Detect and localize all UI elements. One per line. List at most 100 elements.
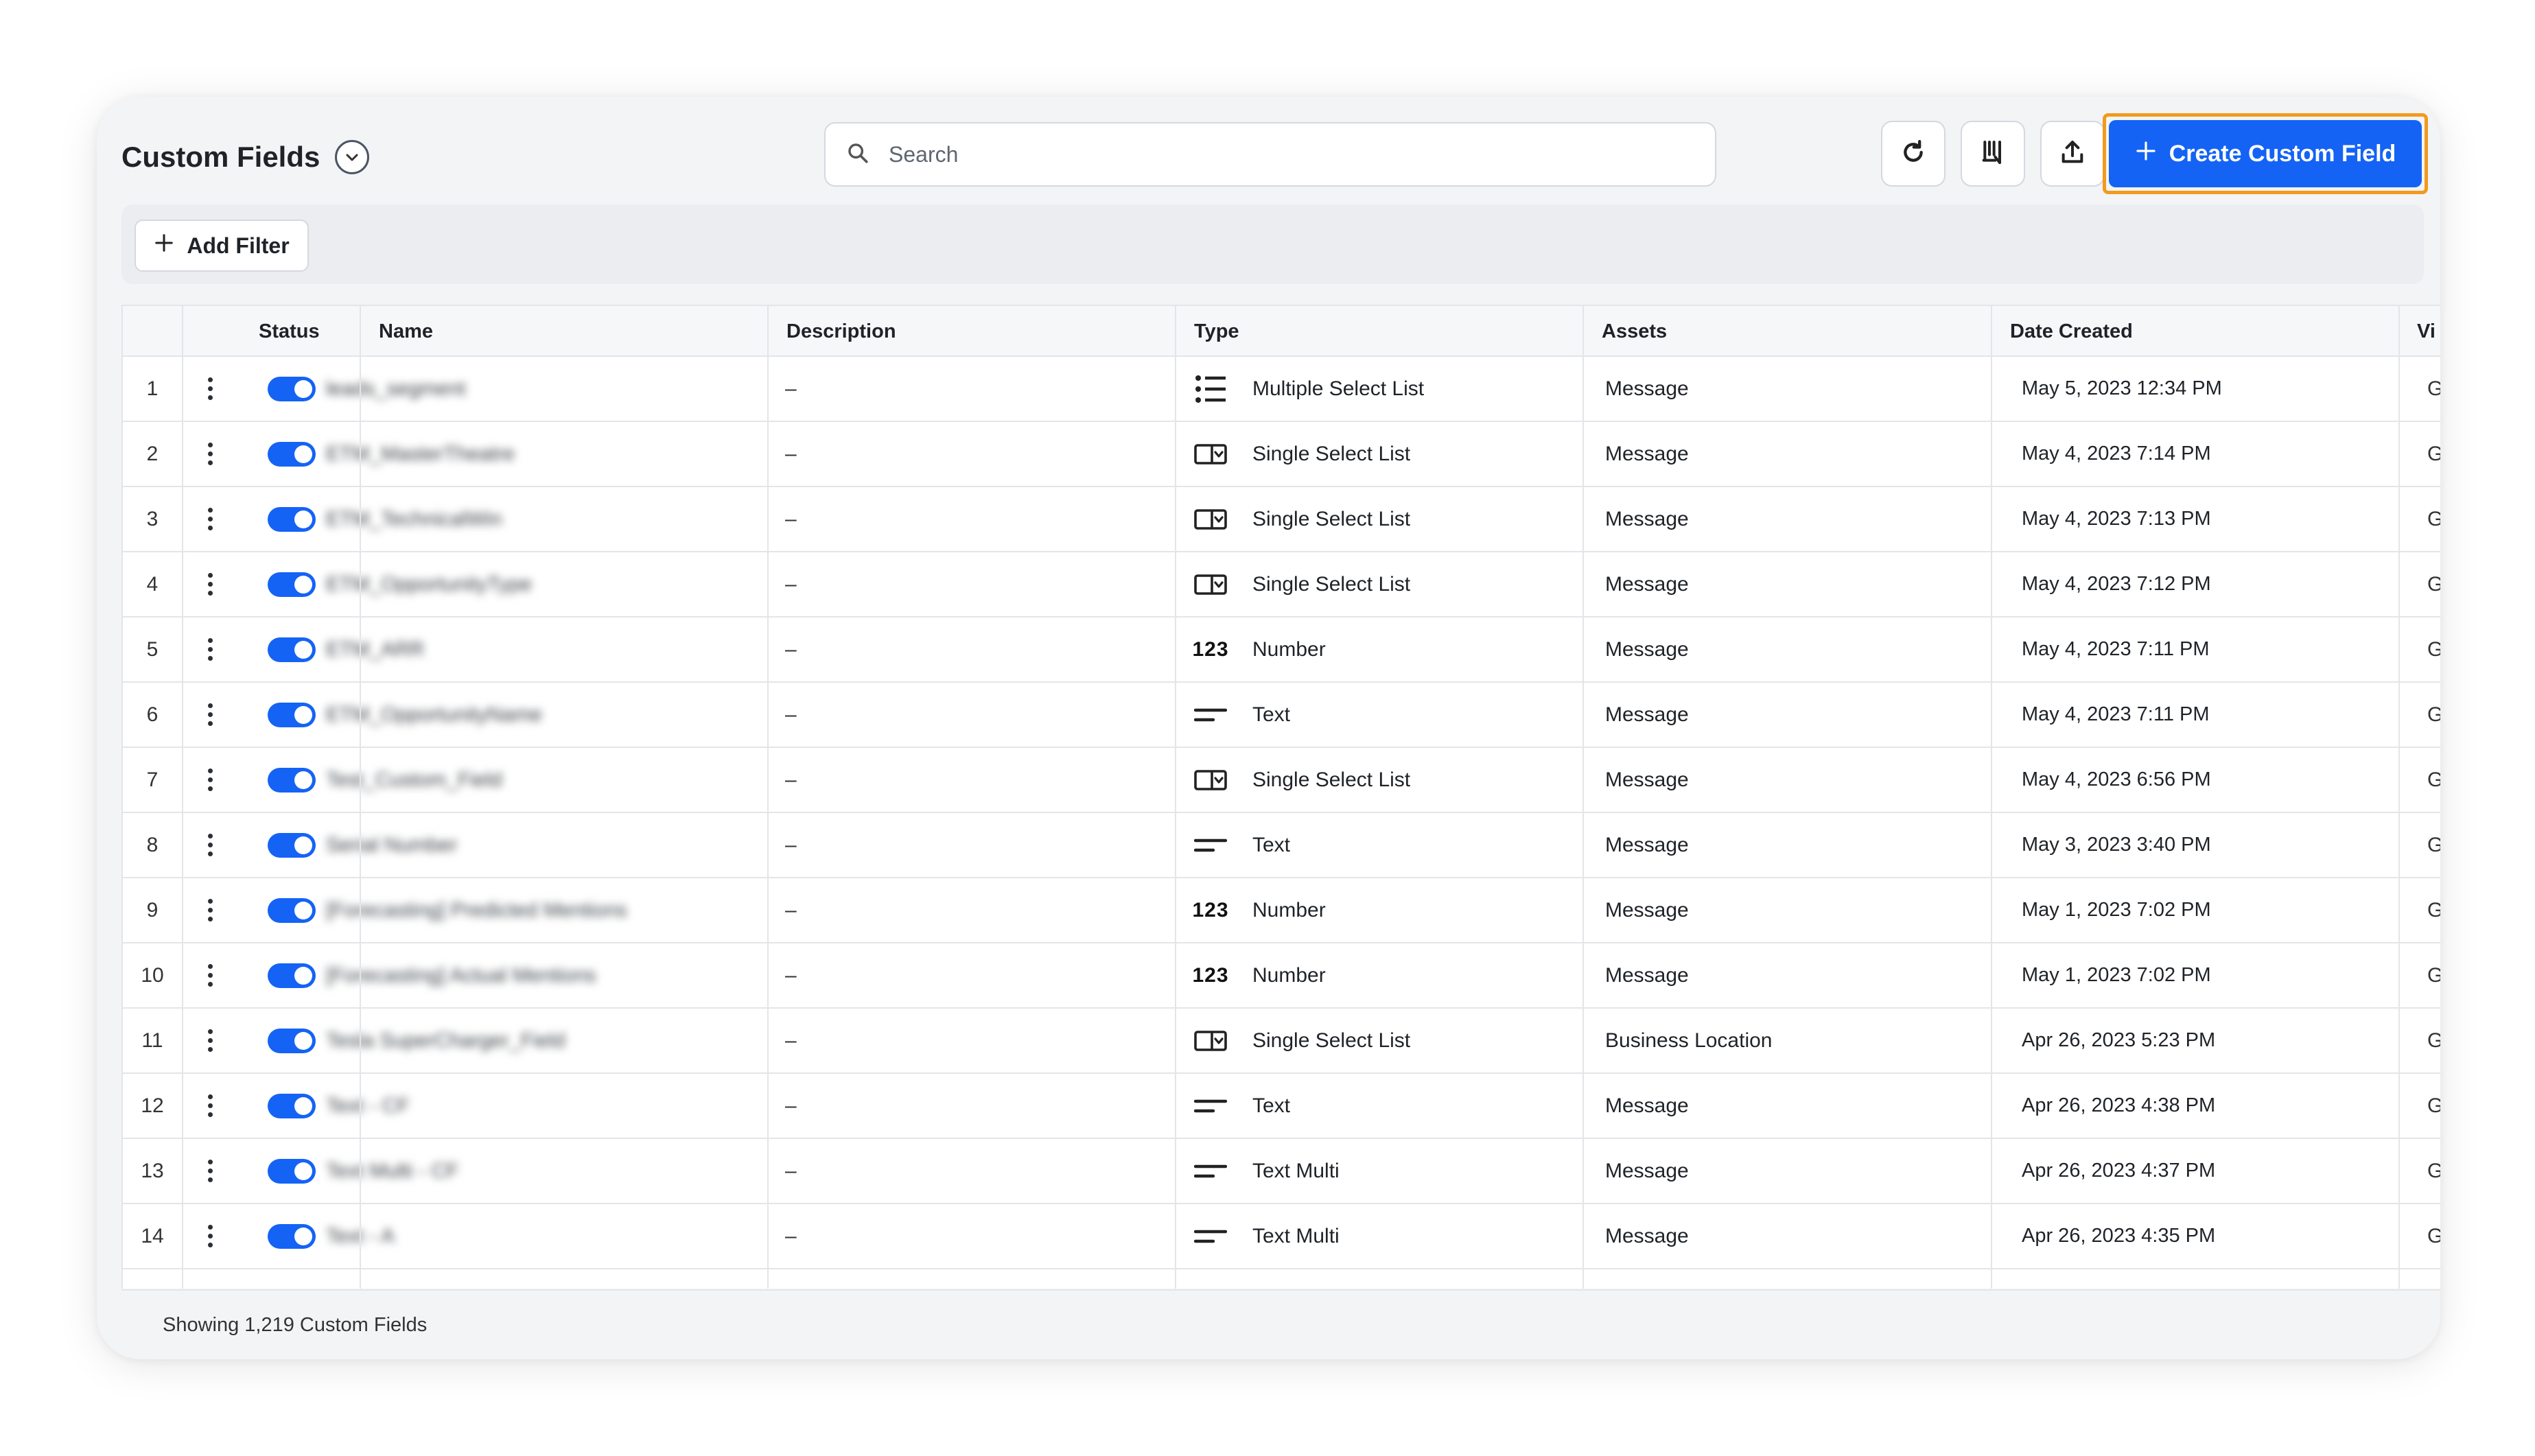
field-name[interactable]: [Forecasting] Predicted Mentions	[326, 878, 669, 942]
page-title-group[interactable]: Custom Fields	[121, 131, 370, 183]
status-toggle[interactable]	[268, 768, 316, 792]
table-row[interactable]: 14 Text - A – Text Multi Message Apr 26, 2023…	[123, 1204, 2440, 1269]
field-name[interactable]: ETM_TechnicalWin	[326, 487, 669, 551]
field-date-created: Apr 26, 2023 4:37 PM	[2022, 1160, 2216, 1182]
status-toggle[interactable]	[268, 833, 316, 858]
table-row[interactable]: 1 leads_segment – Multiple Select List Messa…	[123, 357, 2440, 422]
field-name[interactable]: Text - CF	[326, 1074, 669, 1138]
table-row[interactable]: 4 ETM_OpportunityType – Single Select List M…	[123, 552, 2440, 618]
row-number: 11	[141, 1029, 163, 1052]
export-button[interactable]	[2040, 121, 2105, 187]
table-row[interactable]: 13 Text Multi - CF – Text Multi Message Apr 2…	[123, 1139, 2440, 1204]
table-row[interactable]: 8 Serial Number – Text Message May 3, 2023 3:…	[123, 813, 2440, 878]
field-name[interactable]: Text - A	[326, 1204, 669, 1268]
field-name[interactable]: Tesla SuperCharger_Field	[326, 1009, 669, 1072]
field-type-label: Number	[1252, 963, 1326, 987]
single-select-icon	[1193, 574, 1228, 595]
more-vertical-icon[interactable]	[205, 1074, 215, 1138]
field-name[interactable]: ETM_MasterTheatre	[326, 422, 669, 486]
table-row[interactable]: 11 Tesla SuperCharger_Field – Single Select…	[123, 1009, 2440, 1074]
search-box[interactable]	[824, 122, 1716, 187]
more-vertical-icon[interactable]	[205, 487, 215, 551]
row-number: 7	[146, 768, 159, 791]
more-vertical-icon[interactable]	[205, 748, 215, 812]
plus-icon	[2135, 140, 2157, 168]
chevron-down-icon[interactable]	[335, 140, 370, 174]
field-date-created: Apr 26, 2023 4:38 PM	[2022, 1094, 2216, 1116]
row-number: 5	[146, 637, 159, 661]
field-date-created: May 4, 2023 7:13 PM	[2022, 508, 2211, 530]
column-header-assets[interactable]: Assets	[1602, 306, 1667, 357]
more-vertical-icon[interactable]	[205, 813, 215, 877]
field-type: Multiple Select List	[1193, 357, 1424, 421]
field-date-created: May 5, 2023 12:34 PM	[2022, 377, 2222, 399]
status-toggle[interactable]	[268, 963, 316, 988]
refresh-button[interactable]	[1881, 121, 1946, 187]
field-name[interactable]: ETM_OpportunityType	[326, 552, 669, 616]
field-assets: Message	[1605, 1159, 1689, 1182]
more-vertical-icon[interactable]	[205, 943, 215, 1007]
field-visibility: Gl	[2427, 1204, 2440, 1268]
field-assets: Business Location	[1605, 1029, 1773, 1052]
column-header-visibility[interactable]: Vi	[2417, 306, 2435, 357]
status-toggle[interactable]	[268, 703, 316, 727]
field-type: 123 Number	[1192, 943, 1326, 1007]
status-toggle[interactable]	[268, 1224, 316, 1249]
status-toggle[interactable]	[268, 1029, 316, 1053]
more-vertical-icon[interactable]	[205, 618, 215, 681]
field-type-label: Text Multi	[1252, 1224, 1340, 1247]
more-vertical-icon[interactable]	[205, 422, 215, 486]
field-type-label: Multiple Select List	[1252, 377, 1425, 400]
table-row[interactable]: 7 Test_Custom_Field – Single Select List Mes…	[123, 748, 2440, 813]
create-custom-field-button[interactable]: Create Custom Field	[2109, 120, 2422, 187]
more-vertical-icon[interactable]	[205, 357, 215, 421]
status-toggle[interactable]	[268, 572, 316, 597]
field-description: –	[785, 963, 797, 987]
field-description: –	[785, 507, 797, 530]
field-description: –	[785, 637, 797, 661]
status-toggle[interactable]	[268, 898, 316, 923]
field-name[interactable]: Test_Custom_Field	[326, 748, 669, 812]
table-row[interactable]: 3 ETM_TechnicalWin – Single Select List Mess…	[123, 487, 2440, 552]
status-toggle[interactable]	[268, 1094, 316, 1118]
columns-button[interactable]	[1961, 121, 2025, 187]
status-toggle[interactable]	[268, 507, 316, 532]
table-row[interactable]: 5 ETM_ARR – 123 Number Message May 4, 2023 7:1…	[123, 618, 2440, 683]
column-header-type[interactable]: Type	[1194, 306, 1239, 357]
table-row[interactable]: 6 ETM_OpportunityName – Text Message May 4, 2…	[123, 683, 2440, 748]
column-header-description[interactable]: Description	[786, 306, 896, 357]
more-vertical-icon[interactable]	[205, 552, 215, 616]
single-select-icon	[1193, 769, 1228, 790]
table-row[interactable]: 9 [Forecasting] Predicted Mentions – 123 Num…	[123, 878, 2440, 943]
column-header-status[interactable]: Status	[259, 306, 320, 357]
more-vertical-icon[interactable]	[205, 1139, 215, 1203]
more-vertical-icon[interactable]	[205, 1009, 215, 1072]
table-row[interactable]: 12 Text - CF – Text Message Apr 26, 2023 4:38…	[123, 1074, 2440, 1139]
status-toggle[interactable]	[268, 377, 316, 401]
status-toggle[interactable]	[268, 442, 316, 467]
search-input[interactable]	[889, 141, 1644, 167]
status-toggle[interactable]	[268, 1159, 316, 1184]
table-row[interactable]: 10 [Forecasting] Actual Mentions – 123 Numbe…	[123, 943, 2440, 1009]
custom-fields-window: Custom Fields Search Create Custom Field…	[97, 97, 2440, 1359]
row-number: 14	[141, 1224, 164, 1247]
number-type-icon: 123	[1192, 963, 1229, 987]
column-header-date-created[interactable]: Date Created	[2010, 306, 2133, 357]
field-visibility: Gl	[2427, 1009, 2440, 1072]
field-assets: Message	[1605, 703, 1689, 726]
field-name[interactable]: Text Multi - CF	[326, 1139, 669, 1203]
table-row[interactable]: 2 ETM_MasterTheatre – Single Select List Mes…	[123, 422, 2440, 487]
field-name[interactable]: ETM_OpportunityName	[326, 683, 669, 747]
field-name[interactable]: [Forecasting] Actual Mentions	[326, 943, 669, 1007]
field-name[interactable]: Serial Number	[326, 813, 669, 877]
add-filter-button[interactable]: Add Filter	[135, 220, 309, 272]
more-vertical-icon[interactable]	[205, 1204, 215, 1268]
field-name[interactable]: ETM_ARR	[326, 618, 669, 681]
more-vertical-icon[interactable]	[205, 878, 215, 942]
text-lines-icon	[1193, 838, 1228, 853]
column-header-name[interactable]: Name	[379, 306, 433, 357]
more-vertical-icon[interactable]	[205, 683, 215, 747]
field-visibility: Gl	[2427, 357, 2440, 421]
status-toggle[interactable]	[268, 637, 316, 662]
field-name[interactable]: leads_segment	[326, 357, 669, 421]
